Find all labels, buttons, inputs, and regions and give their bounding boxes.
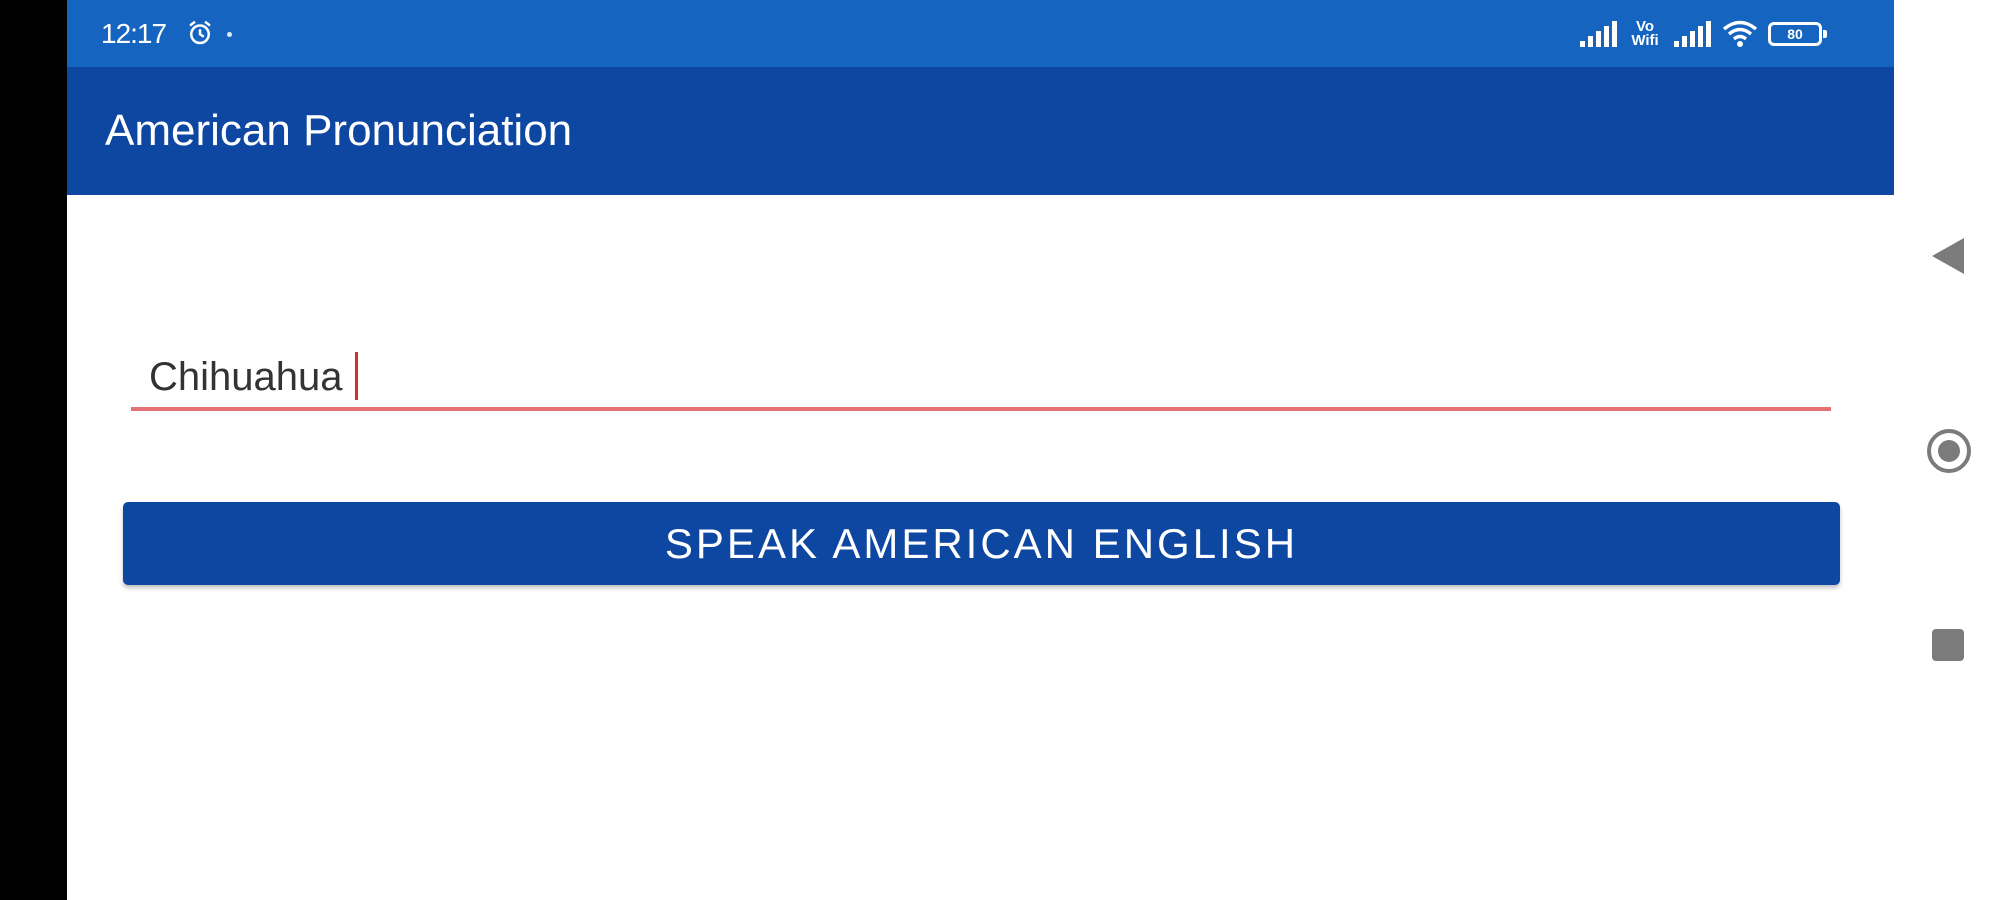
status-bar: 12:17 Vo Wifi 80 bbox=[67, 0, 1894, 67]
left-bezel bbox=[0, 0, 67, 900]
word-input-text: Chihuahua bbox=[149, 355, 343, 399]
word-input-value[interactable]: Chihuahua bbox=[149, 351, 358, 403]
recents-icon[interactable] bbox=[1932, 629, 1964, 661]
wifi-icon bbox=[1722, 20, 1758, 47]
text-cursor bbox=[354, 352, 358, 401]
app-bar: American Pronunciation bbox=[67, 67, 1894, 195]
alarm-icon bbox=[189, 20, 211, 45]
back-icon[interactable] bbox=[1930, 236, 1966, 276]
signal-icon bbox=[1674, 21, 1711, 47]
status-time: 12:17 bbox=[101, 18, 167, 49]
app-title: American Pronunciation bbox=[105, 106, 573, 155]
battery-icon: 80 bbox=[1768, 22, 1827, 46]
notification-dot bbox=[227, 32, 232, 37]
device-screen: 12:17 Vo Wifi 80 American Pronunciation … bbox=[0, 0, 2003, 900]
volte-icon: Vo Wifi bbox=[1631, 18, 1659, 49]
main-content: Chihuahua SPEAK AMERICAN ENGLISH bbox=[67, 195, 1894, 900]
signal-icon bbox=[1580, 21, 1617, 47]
navigation-bar bbox=[1894, 0, 2003, 900]
speak-american-english-button[interactable]: SPEAK AMERICAN ENGLISH bbox=[123, 502, 1840, 585]
word-input-field[interactable]: Chihuahua bbox=[131, 345, 1831, 411]
status-icons: Vo Wifi 80 bbox=[1578, 14, 1827, 54]
home-icon[interactable] bbox=[1926, 428, 1972, 474]
